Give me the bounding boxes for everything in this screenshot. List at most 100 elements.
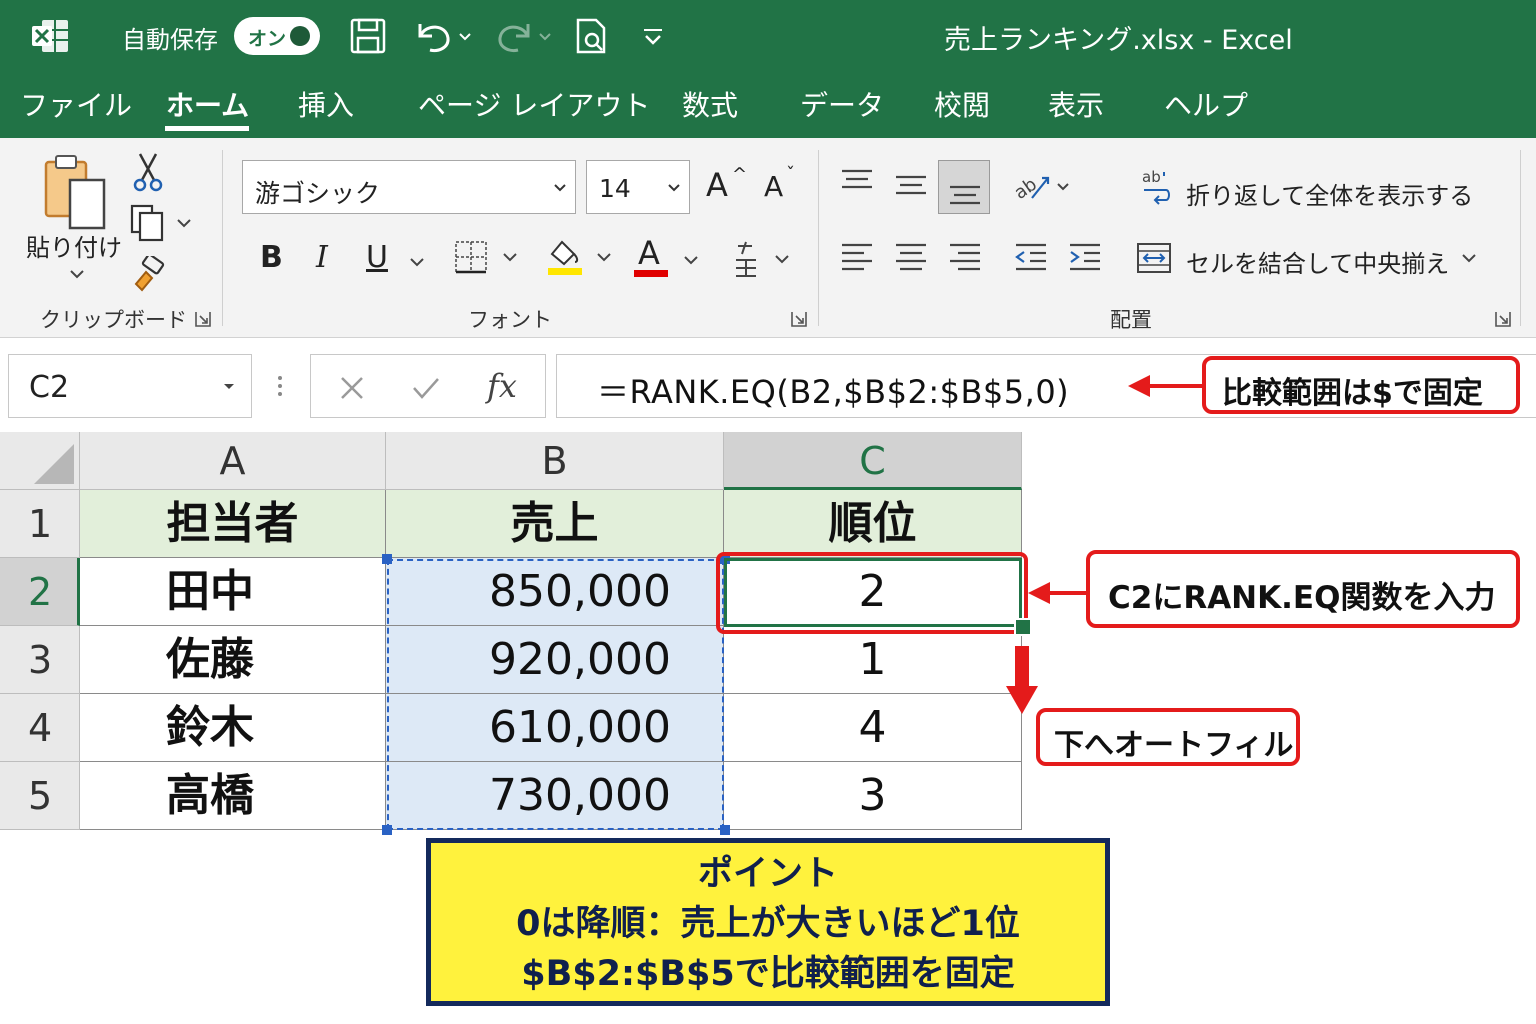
input-note-arrow — [1028, 582, 1088, 604]
cell-b1[interactable]: 売上 — [386, 490, 724, 558]
fill-handle[interactable] — [1014, 618, 1032, 636]
align-top-icon[interactable] — [840, 168, 874, 196]
splitter-dots-icon[interactable] — [276, 374, 284, 398]
chevron-down-icon[interactable] — [223, 383, 235, 391]
align-center-icon[interactable] — [894, 242, 928, 272]
select-all-triangle-icon — [34, 444, 74, 484]
chevron-down-icon[interactable] — [553, 183, 567, 193]
toggle-knob — [290, 26, 310, 46]
alignment-launcher-icon[interactable] — [1494, 310, 1512, 328]
wrap-text-icon[interactable]: ab — [1140, 168, 1172, 206]
paste-dropdown-icon[interactable] — [68, 268, 86, 280]
grow-font-button[interactable]: A — [706, 166, 728, 204]
save-icon[interactable] — [348, 16, 388, 56]
cell-a5[interactable]: 高橋 — [80, 762, 386, 830]
range-note-callout: 比較範囲は$で固定 — [1202, 356, 1520, 414]
borders-icon[interactable] — [454, 240, 522, 274]
cell-a1[interactable]: 担当者 — [80, 490, 386, 558]
row-header-3[interactable]: 3 — [0, 626, 80, 694]
align-left-icon[interactable] — [840, 242, 874, 272]
underline-button[interactable]: U — [366, 240, 388, 275]
cut-icon[interactable] — [132, 152, 164, 192]
cancel-icon[interactable] — [339, 375, 365, 401]
column-header-a[interactable]: A — [80, 432, 386, 490]
tab-review[interactable]: 校閲 — [934, 84, 990, 124]
autosave-toggle[interactable]: オン — [234, 17, 320, 55]
shrink-font-button[interactable]: A — [764, 170, 783, 203]
print-preview-icon[interactable] — [572, 16, 612, 56]
chevron-down-icon[interactable] — [667, 183, 681, 193]
tab-help[interactable]: ヘルプ — [1164, 84, 1248, 124]
enter-check-icon[interactable] — [411, 375, 441, 401]
bold-button[interactable]: B — [260, 240, 283, 275]
merge-center-label[interactable]: セルを結合して中央揃え — [1186, 244, 1449, 279]
name-box[interactable]: C2 — [8, 354, 252, 418]
phonetic-guide-icon[interactable] — [732, 238, 796, 280]
cell-a4[interactable]: 鈴木 — [80, 694, 386, 762]
align-right-icon[interactable] — [948, 242, 982, 272]
fill-color-icon[interactable] — [544, 236, 616, 278]
column-header-b[interactable]: B — [386, 432, 724, 490]
font-launcher-icon[interactable] — [790, 310, 808, 328]
copy-icon[interactable] — [128, 204, 194, 242]
tab-data[interactable]: データ — [800, 84, 884, 124]
font-size-combo[interactable]: 14 — [586, 160, 690, 214]
customize-toolbar-icon[interactable] — [640, 16, 666, 56]
font-group-label: フォント — [468, 308, 552, 332]
decrease-indent-icon[interactable] — [1014, 242, 1048, 272]
point-box: ポイント 0は降順：売上が大きいほど1位 $B$2:$B$5で比較範囲を固定 — [426, 838, 1110, 1006]
grow-caret-icon: ^ — [732, 164, 748, 185]
insert-function-button[interactable]: fx — [487, 367, 517, 405]
row-header-2[interactable]: 2 — [0, 558, 80, 626]
row-header-4[interactable]: 4 — [0, 694, 80, 762]
font-color-button[interactable]: A — [638, 234, 660, 272]
paste-icon[interactable] — [40, 152, 110, 234]
tab-view[interactable]: 表示 — [1048, 84, 1104, 124]
row-header-5[interactable]: 5 — [0, 762, 80, 830]
chevron-down-icon[interactable] — [682, 254, 700, 266]
format-painter-icon[interactable] — [130, 256, 166, 292]
font-name-combo[interactable]: 游ゴシック — [242, 160, 576, 214]
undo-icon[interactable] — [412, 16, 478, 56]
italic-button[interactable]: I — [316, 240, 328, 275]
tab-home[interactable]: ホーム — [166, 84, 249, 124]
redo-icon[interactable] — [492, 16, 558, 56]
chevron-down-icon[interactable] — [1460, 252, 1478, 264]
cell-c5[interactable]: 3 — [724, 762, 1022, 830]
font-name-value: 游ゴシック — [255, 179, 381, 208]
cell-c1[interactable]: 順位 — [724, 490, 1022, 558]
chevron-down-icon[interactable] — [408, 256, 426, 268]
column-header-c[interactable]: C — [724, 432, 1022, 490]
select-all-button[interactable] — [0, 432, 80, 490]
align-bottom-icon — [950, 185, 980, 205]
point-title: ポイント — [697, 854, 838, 894]
cell-c4[interactable]: 4 — [724, 694, 1022, 762]
tab-page-layout[interactable]: ページ レイアウト — [418, 84, 650, 124]
merge-center-icon[interactable] — [1136, 242, 1172, 274]
cell-c3[interactable]: 1 — [724, 626, 1022, 694]
tab-insert[interactable]: 挿入 — [298, 84, 354, 124]
increase-indent-icon[interactable] — [1068, 242, 1102, 272]
cell-a3[interactable]: 佐藤 — [80, 626, 386, 694]
align-bottom-button[interactable] — [938, 160, 990, 214]
name-box-value: C2 — [29, 370, 70, 405]
cell-a2[interactable]: 田中 — [80, 558, 386, 626]
alignment-group-label: 配置 — [1110, 308, 1152, 332]
wrap-text-label[interactable]: 折り返して全体を表示する — [1186, 176, 1473, 211]
font-size-value: 14 — [599, 174, 631, 203]
range-handle[interactable] — [382, 825, 392, 835]
row-header-1[interactable]: 1 — [0, 490, 80, 558]
formula-actions: fx — [310, 354, 546, 418]
active-tab-indicator — [165, 126, 249, 131]
range-handle[interactable] — [720, 825, 730, 835]
clipboard-launcher-icon[interactable] — [194, 310, 212, 328]
group-separator — [1520, 150, 1521, 326]
tab-file[interactable]: ファイル — [20, 84, 132, 124]
autofill-note-callout: 下へオートフィル — [1036, 708, 1300, 766]
formula-value: ＝RANK.EQ(B2,$B$2:$B$5,0) — [597, 373, 1070, 411]
paste-label[interactable]: 貼り付け — [26, 228, 122, 263]
align-middle-icon[interactable] — [894, 172, 928, 200]
orientation-icon[interactable]: ab — [1012, 168, 1074, 206]
tab-formulas[interactable]: 数式 — [682, 84, 738, 124]
range-handle[interactable] — [382, 554, 392, 564]
